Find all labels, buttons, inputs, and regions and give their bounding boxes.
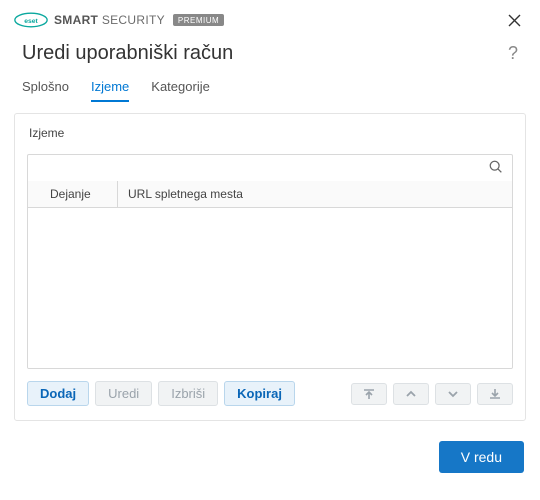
copy-button[interactable]: Kopiraj xyxy=(224,381,295,406)
search-icon[interactable] xyxy=(488,159,506,177)
dialog-title: Uredi uporabniški račun xyxy=(22,42,233,65)
brand: eset SMART SECURITY PREMIUM xyxy=(14,12,224,28)
tab-categories[interactable]: Kategorije xyxy=(151,75,210,102)
exceptions-panel: Izjeme Dejanje URL spletnega mesta Dodaj… xyxy=(14,113,526,421)
move-down-button[interactable] xyxy=(435,383,471,405)
ok-button[interactable]: V redu xyxy=(439,441,524,473)
section-label: Izjeme xyxy=(27,126,513,140)
tab-exceptions[interactable]: Izjeme xyxy=(91,75,129,102)
table-body[interactable] xyxy=(28,208,512,368)
table-header: Dejanje URL spletnega mesta xyxy=(28,181,512,208)
col-action[interactable]: Dejanje xyxy=(28,181,118,207)
brand-text: SMART SECURITY xyxy=(54,13,165,27)
move-top-button[interactable] xyxy=(351,383,387,405)
delete-button[interactable]: Izbriši xyxy=(158,381,218,406)
close-button[interactable] xyxy=(502,8,526,32)
add-button[interactable]: Dodaj xyxy=(27,381,89,406)
brand-badge: PREMIUM xyxy=(173,14,224,26)
svg-text:eset: eset xyxy=(24,18,38,25)
edit-button[interactable]: Uredi xyxy=(95,381,152,406)
tab-general[interactable]: Splošno xyxy=(22,75,69,102)
help-icon[interactable]: ? xyxy=(508,43,518,64)
exceptions-table: Dejanje URL spletnega mesta xyxy=(27,154,513,369)
move-bottom-button[interactable] xyxy=(477,383,513,405)
eset-logo: eset xyxy=(14,12,48,28)
move-up-button[interactable] xyxy=(393,383,429,405)
col-url[interactable]: URL spletnega mesta xyxy=(118,181,512,207)
tabs: Splošno Izjeme Kategorije xyxy=(0,75,540,103)
